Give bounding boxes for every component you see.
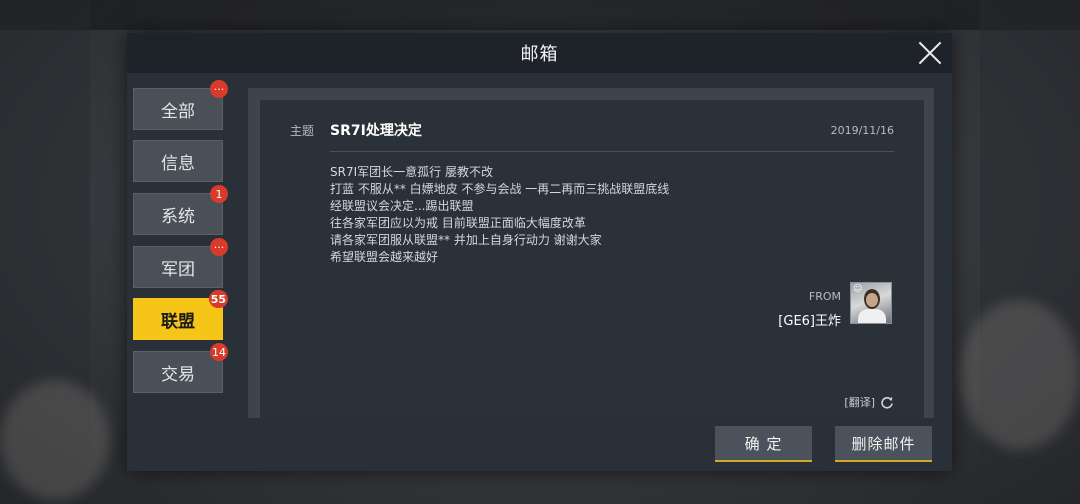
tab-system[interactable]: 系统 1 bbox=[133, 185, 228, 235]
avatar-face bbox=[866, 293, 878, 307]
translate-button[interactable]: [翻译] bbox=[844, 394, 894, 410]
tab-alliance[interactable]: 联盟 55 bbox=[133, 290, 228, 340]
confirm-button[interactable]: 确 定 bbox=[715, 426, 812, 462]
dialog-title: 邮箱 bbox=[520, 44, 559, 65]
close-icon[interactable] bbox=[916, 39, 944, 67]
tab-all[interactable]: 全部 ··· bbox=[133, 80, 228, 130]
mail-body-line: SR7I军团长一意孤行 屡教不改 bbox=[330, 165, 493, 179]
mail-body-line: 往各家军团应以为戒 目前联盟正面临大幅度改革 bbox=[330, 216, 586, 230]
unread-badge: 55 bbox=[208, 290, 228, 308]
dialog-header: 邮箱 bbox=[127, 33, 952, 73]
mail-body-line: 希望联盟会越来越好 bbox=[330, 250, 439, 264]
avatar-body bbox=[858, 309, 886, 323]
mail-body-line: 经联盟议会决定...踢出联盟 bbox=[330, 199, 474, 213]
mail-body: SR7I军团长一意孤行 屡教不改 打蓝 不服从** 白嫖地皮 不参与会战 一再二… bbox=[330, 164, 870, 266]
mail-content-frame: 主题 SR7I处理决定 2019/11/16 SR7I军团长一意孤行 屡教不改 … bbox=[248, 88, 934, 418]
delete-label: 删除邮件 bbox=[851, 434, 916, 453]
tab-label: 系统 bbox=[161, 206, 195, 227]
mail-body-line: 请各家军团服从联盟** 并加上自身行动力 谢谢大家 bbox=[330, 233, 602, 247]
refresh-icon bbox=[881, 396, 893, 409]
tab-label: 全部 bbox=[161, 101, 195, 122]
mail-date: 2019/11/16 bbox=[830, 124, 894, 137]
delete-mail-button[interactable]: 删除邮件 bbox=[835, 426, 932, 462]
mail-body-line: 打蓝 不服从** 白嫖地皮 不参与会战 一再二再而三挑战联盟底线 bbox=[330, 182, 670, 196]
confirm-label: 确 定 bbox=[744, 434, 783, 453]
tab-info[interactable]: 信息 bbox=[133, 140, 223, 182]
mail-subject: SR7I处理决定 bbox=[330, 123, 422, 139]
from-label: FROM bbox=[808, 290, 841, 303]
background-light bbox=[960, 300, 1080, 450]
sender-avatar[interactable]: ☺ bbox=[850, 282, 892, 324]
mail-content[interactable]: 主题 SR7I处理决定 2019/11/16 SR7I军团长一意孤行 屡教不改 … bbox=[260, 100, 924, 418]
unread-badge: 1 bbox=[210, 185, 228, 203]
divider bbox=[330, 151, 894, 152]
unread-badge: ··· bbox=[210, 238, 228, 256]
background-beam bbox=[0, 0, 1080, 30]
sender-name: [GE6]王炸 bbox=[778, 314, 841, 329]
unread-badge: 14 bbox=[210, 343, 228, 361]
translate-label: [翻译] bbox=[844, 396, 875, 409]
unread-badge: ··· bbox=[210, 80, 228, 98]
subject-label: 主题 bbox=[290, 124, 315, 138]
background-light bbox=[0, 380, 110, 500]
tab-label: 军团 bbox=[161, 259, 195, 280]
tab-trade[interactable]: 交易 14 bbox=[133, 343, 228, 393]
tab-label: 联盟 bbox=[161, 311, 195, 332]
mailbox-dialog: 邮箱 全部 ··· 信息 系统 1 军团 ··· 联盟 55 交易 14 主题 bbox=[127, 33, 952, 471]
tab-label: 交易 bbox=[161, 364, 195, 385]
tab-legion[interactable]: 军团 ··· bbox=[133, 238, 228, 288]
tab-label: 信息 bbox=[161, 153, 195, 174]
avatar-tag-icon: ☺ bbox=[853, 284, 863, 294]
